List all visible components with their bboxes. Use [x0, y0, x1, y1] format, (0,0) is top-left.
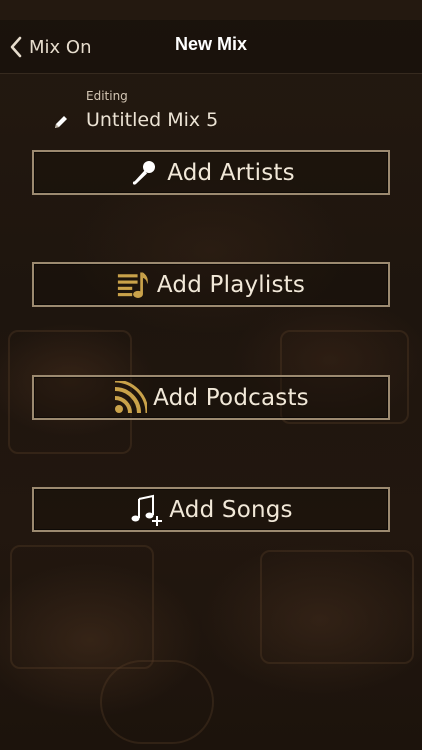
- decor-radio-shape: [260, 550, 414, 664]
- add-playlists-button[interactable]: Add Playlists: [32, 262, 390, 307]
- add-artists-button[interactable]: Add Artists: [32, 150, 390, 195]
- microphone-icon: [127, 156, 161, 190]
- decor-dial-shape: [100, 660, 214, 744]
- add-song-icon: [129, 493, 163, 527]
- podcast-feed-icon: [113, 380, 148, 415]
- add-songs-button[interactable]: Add Songs: [32, 487, 390, 532]
- add-podcasts-button[interactable]: Add Podcasts: [32, 375, 390, 420]
- add-artists-label: Add Artists: [167, 159, 295, 186]
- add-playlists-label: Add Playlists: [156, 271, 306, 298]
- add-podcasts-label: Add Podcasts: [153, 384, 309, 411]
- add-songs-label: Add Songs: [169, 496, 293, 523]
- page-title: New Mix: [174, 34, 248, 54]
- decor-radio-shape: [10, 545, 154, 669]
- mix-name[interactable]: Untitled Mix 5: [86, 109, 218, 131]
- pencil-icon[interactable]: [52, 113, 70, 131]
- navigation-bar: Mix On New Mix: [0, 20, 422, 74]
- editing-caption: Editing: [86, 89, 128, 103]
- playlist-music-icon: [117, 268, 151, 302]
